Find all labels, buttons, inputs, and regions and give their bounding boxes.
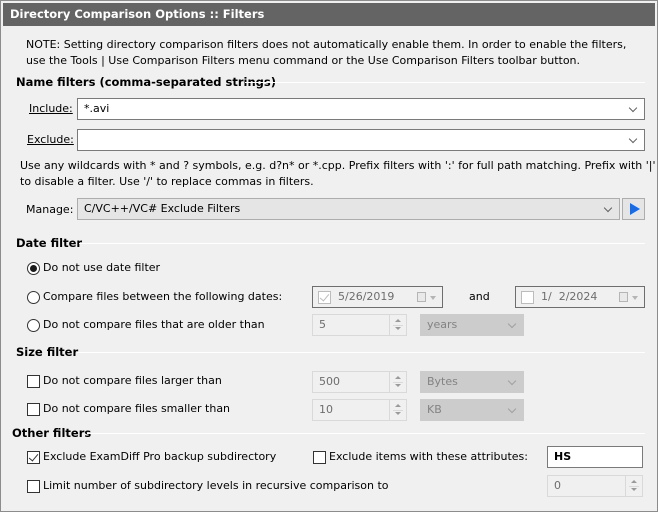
chevron-down-icon[interactable] bbox=[602, 199, 614, 219]
include-value: *.avi bbox=[84, 102, 110, 115]
smaller-than-value: 10 bbox=[319, 403, 333, 416]
spin-down-icon[interactable] bbox=[395, 327, 401, 330]
older-than-unit-combobox[interactable]: years bbox=[420, 314, 524, 336]
from-date-checkbox[interactable] bbox=[318, 291, 331, 304]
radio-no-date-filter[interactable] bbox=[27, 262, 40, 275]
spin-down-icon[interactable] bbox=[631, 488, 637, 491]
spin-down-icon[interactable] bbox=[395, 384, 401, 387]
chevron-down-icon[interactable] bbox=[506, 372, 518, 392]
manage-label: Manage: bbox=[26, 203, 74, 216]
exclude-backup-label[interactable]: Exclude ExamDiff Pro backup subdirectory bbox=[43, 450, 276, 463]
limit-levels-spinner[interactable]: 0 bbox=[547, 475, 643, 497]
spinner-buttons[interactable] bbox=[389, 400, 406, 420]
include-label: Include: bbox=[29, 102, 73, 115]
smaller-than-unit-value: KB bbox=[427, 403, 442, 416]
larger-than-value: 500 bbox=[319, 375, 340, 388]
panel-title: Directory Comparison Options :: Filters bbox=[3, 3, 655, 26]
chevron-down-icon[interactable] bbox=[627, 99, 639, 119]
older-than-spinner[interactable]: 5 bbox=[312, 314, 407, 336]
larger-than-label[interactable]: Do not compare files larger than bbox=[43, 374, 222, 387]
radio-no-date-filter-label[interactable]: Do not use date filter bbox=[43, 261, 160, 274]
spinner-buttons[interactable] bbox=[389, 372, 406, 392]
note-text: NOTE: Setting directory comparison filte… bbox=[26, 38, 627, 67]
date-filter-heading: Date filter bbox=[16, 236, 83, 250]
exclude-backup-checkbox[interactable] bbox=[27, 451, 40, 464]
radio-between-dates[interactable] bbox=[27, 291, 40, 304]
chevron-down-icon[interactable] bbox=[627, 130, 639, 150]
other-filters-heading: Other filters bbox=[12, 426, 92, 440]
spinner-buttons[interactable] bbox=[389, 315, 406, 335]
apply-filter-set-button[interactable] bbox=[622, 198, 645, 220]
from-date-value: 5/26/2019 bbox=[338, 290, 395, 303]
radio-older-than[interactable] bbox=[27, 319, 40, 332]
spin-up-icon[interactable] bbox=[395, 376, 401, 379]
calendar-icon[interactable] bbox=[619, 292, 628, 302]
manage-combobox[interactable]: C/VC++/VC# Exclude Filters bbox=[77, 198, 620, 220]
older-than-value: 5 bbox=[319, 318, 326, 331]
larger-than-unit-value: Bytes bbox=[427, 375, 458, 388]
separator bbox=[79, 243, 645, 244]
larger-than-spinner[interactable]: 500 bbox=[312, 371, 407, 393]
size-filter-heading: Size filter bbox=[16, 345, 79, 359]
spin-up-icon[interactable] bbox=[395, 319, 401, 322]
calendar-icon[interactable] bbox=[417, 292, 426, 302]
smaller-than-label[interactable]: Do not compare files smaller than bbox=[43, 402, 230, 415]
smaller-than-checkbox[interactable] bbox=[27, 403, 40, 416]
name-filters-heading: Name filters (comma-separated strings) bbox=[16, 75, 277, 89]
to-date-checkbox[interactable] bbox=[521, 291, 534, 304]
chevron-down-icon[interactable] bbox=[506, 315, 518, 335]
to-date-value: 1/ 2/2024 bbox=[541, 290, 598, 303]
separator bbox=[87, 433, 645, 434]
radio-between-dates-label[interactable]: Compare files between the following date… bbox=[43, 290, 282, 303]
smaller-than-unit-combobox[interactable]: KB bbox=[420, 399, 524, 421]
larger-than-checkbox[interactable] bbox=[27, 375, 40, 388]
larger-than-unit-combobox[interactable]: Bytes bbox=[420, 371, 524, 393]
limit-levels-label[interactable]: Limit number of subdirectory levels in r… bbox=[43, 479, 389, 492]
limit-levels-checkbox[interactable] bbox=[27, 480, 40, 493]
exclude-combobox[interactable] bbox=[77, 129, 645, 151]
radio-older-than-label[interactable]: Do not compare files that are older than bbox=[43, 318, 265, 331]
chevron-down-icon[interactable] bbox=[632, 296, 638, 300]
from-date-picker[interactable]: 5/26/2019 bbox=[312, 286, 443, 308]
chevron-down-icon[interactable] bbox=[506, 400, 518, 420]
manage-value: C/VC++/VC# Exclude Filters bbox=[84, 202, 241, 215]
limit-levels-value: 0 bbox=[554, 479, 561, 492]
and-label: and bbox=[469, 290, 490, 303]
include-combobox[interactable]: *.avi bbox=[77, 98, 645, 120]
older-than-unit-value: years bbox=[427, 318, 458, 331]
smaller-than-spinner[interactable]: 10 bbox=[312, 399, 407, 421]
exclude-attrs-checkbox[interactable] bbox=[313, 451, 326, 464]
filters-panel: Directory Comparison Options :: Filters … bbox=[0, 0, 658, 512]
to-date-picker[interactable]: 1/ 2/2024 bbox=[515, 286, 645, 308]
spin-down-icon[interactable] bbox=[395, 412, 401, 415]
wildcard-help-line2: to disable a filter. Use '/' to replace … bbox=[20, 175, 314, 188]
spin-up-icon[interactable] bbox=[395, 404, 401, 407]
separator bbox=[245, 82, 645, 83]
spinner-buttons[interactable] bbox=[625, 476, 642, 496]
attributes-input[interactable]: HS bbox=[547, 446, 643, 468]
separator bbox=[77, 352, 645, 353]
exclude-attrs-label[interactable]: Exclude items with these attributes: bbox=[329, 450, 528, 463]
wildcard-help-line1: Use any wildcards with * and ? symbols, … bbox=[20, 159, 656, 172]
chevron-down-icon[interactable] bbox=[430, 296, 436, 300]
exclude-label: Exclude: bbox=[27, 133, 74, 146]
spin-up-icon[interactable] bbox=[631, 480, 637, 483]
